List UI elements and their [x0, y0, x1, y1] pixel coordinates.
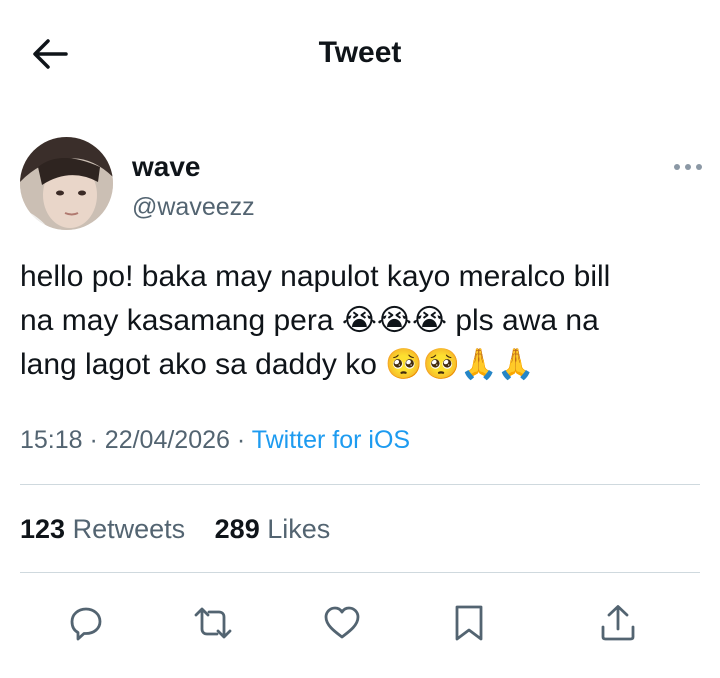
likes-stat[interactable]: 289 Likes: [215, 514, 331, 545]
like-button[interactable]: [322, 603, 362, 643]
bookmark-button[interactable]: [449, 603, 489, 643]
avatar[interactable]: [20, 137, 113, 230]
more-horizontal-icon: [674, 164, 702, 170]
tweet-text: hello po! baka may napulot kayo meralco …: [20, 255, 700, 387]
user-handle[interactable]: @waveezz: [132, 193, 255, 222]
retweets-count: 123: [20, 514, 66, 544]
share-icon: [601, 605, 635, 641]
retweets-stat[interactable]: 123 Retweets: [20, 514, 185, 545]
header: Tweet: [0, 0, 720, 108]
retweet-button[interactable]: [193, 603, 233, 643]
tweet-date[interactable]: 22/04/2026: [105, 426, 230, 454]
share-button[interactable]: [598, 603, 638, 643]
reply-button[interactable]: [66, 603, 106, 643]
tweet-text-line: hello po! baka may napulot kayo meralco …: [20, 260, 611, 293]
display-name[interactable]: wave: [132, 151, 201, 183]
retweet-icon: [194, 607, 232, 639]
bookmark-icon: [455, 605, 483, 641]
tweet-meta: 15:18 · 22/04/2026 · Twitter for iOS: [20, 426, 410, 455]
more-options-button[interactable]: [672, 158, 704, 176]
meta-separator: ·: [236, 426, 246, 454]
retweets-label: Retweets: [72, 514, 186, 544]
tweet-stats: 123 Retweets 289 Likes: [20, 514, 352, 545]
page-title: Tweet: [318, 36, 402, 69]
profile-photo: [20, 137, 113, 230]
tweet-text-line: lang lagot ako sa daddy ko 🥺🥺🙏🙏: [20, 348, 535, 381]
like-icon: [324, 606, 360, 639]
divider: [20, 484, 700, 485]
meta-separator: ·: [89, 426, 98, 454]
divider: [20, 572, 700, 573]
tweet-text-line: na may kasamang pera 😭😭😭 pls awa na: [20, 304, 599, 337]
reply-icon: [70, 607, 102, 641]
tweet-source-link[interactable]: Twitter for iOS: [252, 426, 410, 454]
likes-label: Likes: [267, 514, 331, 544]
likes-count: 289: [214, 514, 260, 544]
tweet-time[interactable]: 15:18: [20, 426, 83, 454]
